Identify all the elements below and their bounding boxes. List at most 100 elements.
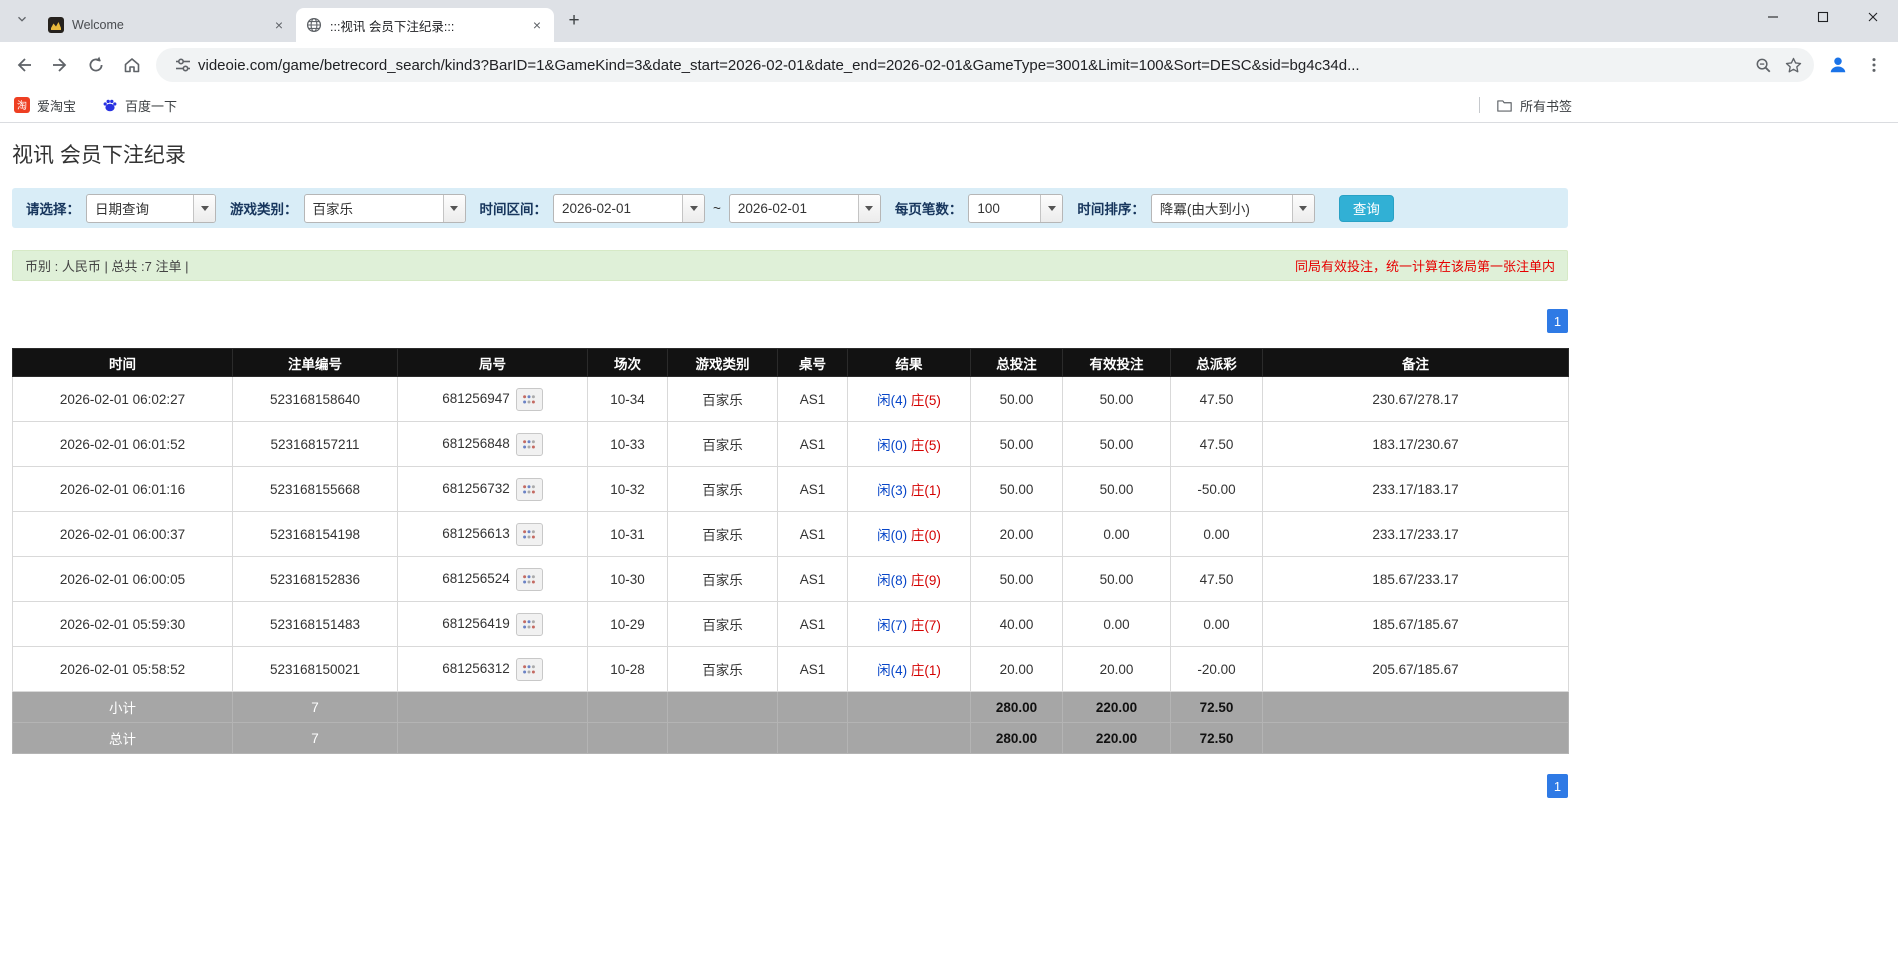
cell-payout: 47.50 bbox=[1170, 556, 1263, 602]
game-type-value: 百家乐 bbox=[312, 202, 354, 217]
cell-total-bet[interactable]: 50.00 bbox=[970, 466, 1063, 512]
cell-game-type: 百家乐 bbox=[667, 601, 778, 647]
cell-total-bet[interactable]: 50.00 bbox=[970, 376, 1063, 422]
tab-close-icon[interactable]: × bbox=[528, 16, 546, 34]
sort-select[interactable]: 降冪(由大到小) bbox=[1150, 193, 1315, 223]
subtotal-payout: 72.50 bbox=[1170, 691, 1263, 723]
window-close-button[interactable] bbox=[1848, 0, 1898, 34]
cell-round: 681256419 bbox=[397, 601, 588, 647]
cell-bet-id: 523168158640 bbox=[232, 376, 398, 422]
game-type-select[interactable]: 百家乐 bbox=[303, 193, 466, 223]
cell-result: 闲(4) 庄(1) bbox=[847, 646, 971, 692]
result-banker: 庄(0) bbox=[910, 528, 941, 543]
globe-favicon-icon bbox=[306, 17, 322, 33]
chevron-down-icon[interactable] bbox=[1291, 194, 1314, 222]
page-1-button[interactable]: 1 bbox=[1547, 774, 1568, 798]
window-controls bbox=[1748, 0, 1898, 34]
empty-cell bbox=[1262, 722, 1569, 754]
cell-round: 681256848 bbox=[397, 421, 588, 467]
cell-total-bet[interactable]: 20.00 bbox=[970, 511, 1063, 557]
tab-betrecord[interactable]: :::视讯 会员下注纪录::: × bbox=[296, 8, 554, 42]
back-button[interactable] bbox=[6, 47, 42, 83]
roadmap-button[interactable] bbox=[515, 522, 543, 546]
subtotal-valid-bet: 220.00 bbox=[1062, 691, 1171, 723]
result-banker: 庄(5) bbox=[910, 393, 941, 408]
window-maximize-button[interactable] bbox=[1798, 0, 1848, 34]
cell-game-type: 百家乐 bbox=[667, 556, 778, 602]
all-bookmarks-button[interactable]: 所有书签 bbox=[1478, 96, 1572, 115]
table-row: 2026-02-01 06:00:05 523168152836 6812565… bbox=[12, 556, 1569, 602]
chevron-down-icon[interactable] bbox=[193, 194, 215, 222]
page-size-value: 100 bbox=[977, 200, 1000, 216]
date-start-select[interactable]: 2026-02-01 bbox=[553, 193, 705, 223]
profile-avatar[interactable] bbox=[1820, 47, 1856, 83]
roadmap-button[interactable] bbox=[515, 657, 543, 681]
zoom-indicator-icon[interactable] bbox=[1748, 50, 1778, 80]
chevron-down-icon[interactable] bbox=[1040, 194, 1063, 222]
site-settings-icon[interactable] bbox=[168, 50, 198, 80]
cell-result: 闲(7) 庄(7) bbox=[847, 601, 971, 647]
cell-bet-id: 523168154198 bbox=[232, 511, 398, 557]
refresh-button[interactable] bbox=[78, 47, 114, 83]
query-type-select[interactable]: 日期查询 bbox=[86, 193, 216, 223]
cell-total-bet[interactable]: 20.00 bbox=[970, 646, 1063, 692]
cell-total-bet[interactable]: 40.00 bbox=[970, 601, 1063, 647]
welcome-favicon-icon bbox=[48, 17, 64, 33]
tab-welcome[interactable]: Welcome × bbox=[38, 8, 296, 42]
roadmap-button[interactable] bbox=[515, 612, 543, 636]
window-minimize-button[interactable] bbox=[1748, 0, 1798, 34]
cell-valid-bet: 20.00 bbox=[1062, 646, 1171, 692]
subtotal-count: 7 bbox=[232, 691, 398, 723]
roadmap-button[interactable] bbox=[515, 477, 543, 501]
result-player: 闲(4) bbox=[877, 663, 908, 678]
cell-result: 闲(3) 庄(1) bbox=[847, 466, 971, 512]
cell-bet-id: 523168151483 bbox=[232, 601, 398, 647]
header-note: 备注 bbox=[1262, 348, 1569, 377]
cell-total-bet[interactable]: 50.00 bbox=[970, 556, 1063, 602]
result-player: 闲(0) bbox=[877, 438, 908, 453]
roadmap-button[interactable] bbox=[515, 567, 543, 591]
cell-table-no: AS1 bbox=[777, 556, 848, 602]
roadmap-button[interactable] bbox=[515, 432, 543, 456]
chevron-down-icon[interactable] bbox=[682, 194, 704, 222]
search-button[interactable]: 查询 bbox=[1338, 194, 1394, 222]
new-tab-button[interactable]: + bbox=[560, 7, 588, 35]
cell-total-bet[interactable]: 50.00 bbox=[970, 421, 1063, 467]
table-row: 2026-02-01 05:59:30 523168151483 6812564… bbox=[12, 601, 1569, 647]
menu-icon[interactable] bbox=[1856, 47, 1892, 83]
round-number: 681256524 bbox=[442, 570, 510, 586]
tab-search-button[interactable] bbox=[8, 7, 36, 35]
header-time: 时间 bbox=[12, 348, 233, 377]
header-round: 局号 bbox=[397, 348, 588, 377]
cell-payout: -20.00 bbox=[1170, 646, 1263, 692]
home-button[interactable] bbox=[114, 47, 150, 83]
cell-valid-bet: 50.00 bbox=[1062, 421, 1171, 467]
bookmark-baidu[interactable]: 百度一下 bbox=[102, 96, 177, 115]
address-bar[interactable]: videoie.com/game/betrecord_search/kind3?… bbox=[156, 48, 1814, 82]
cell-game-type: 百家乐 bbox=[667, 511, 778, 557]
sort-label: 时间排序： bbox=[1077, 202, 1145, 217]
forward-button[interactable] bbox=[42, 47, 78, 83]
cell-time: 2026-02-01 06:01:16 bbox=[12, 466, 233, 512]
cell-game-type: 百家乐 bbox=[667, 376, 778, 422]
page-1-button[interactable]: 1 bbox=[1547, 309, 1568, 333]
empty-cell bbox=[667, 722, 778, 754]
table-row: 2026-02-01 06:02:27 523168158640 6812569… bbox=[12, 376, 1569, 422]
bookmark-aitaobao[interactable]: 淘 爱淘宝 bbox=[14, 96, 76, 115]
empty-cell bbox=[587, 691, 668, 723]
chevron-down-icon[interactable] bbox=[857, 194, 880, 222]
empty-cell bbox=[847, 722, 971, 754]
date-end-select[interactable]: 2026-02-01 bbox=[728, 193, 881, 223]
roadmap-button[interactable] bbox=[515, 387, 543, 411]
bookmark-label: 百度一下 bbox=[125, 98, 178, 114]
bookmark-star-icon[interactable] bbox=[1778, 50, 1808, 80]
baidu-paw-icon bbox=[102, 97, 118, 113]
page-size-select[interactable]: 100 bbox=[968, 193, 1064, 223]
tab-close-icon[interactable]: × bbox=[270, 16, 288, 34]
tab-strip: Welcome × :::视讯 会员下注纪录::: × + bbox=[0, 0, 1898, 42]
cell-session: 10-31 bbox=[587, 511, 668, 557]
chevron-down-icon[interactable] bbox=[442, 194, 465, 222]
cell-result: 闲(4) 庄(5) bbox=[847, 376, 971, 422]
cell-time: 2026-02-01 06:01:52 bbox=[12, 421, 233, 467]
browser-toolbar: videoie.com/game/betrecord_search/kind3?… bbox=[0, 42, 1898, 88]
